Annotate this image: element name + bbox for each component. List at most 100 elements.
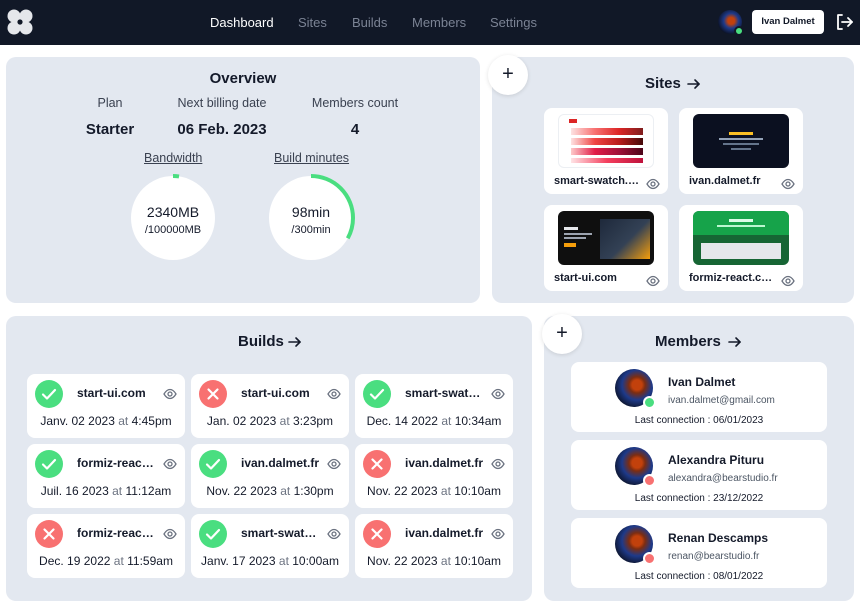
build-minutes-link[interactable]: Build minutes bbox=[274, 151, 349, 165]
build-datetime: Nov. 22 2023 at 10:10am bbox=[355, 554, 513, 568]
build-datetime: Nov. 22 2023 at 1:30pm bbox=[191, 484, 349, 498]
eye-icon[interactable] bbox=[163, 528, 177, 540]
build-card[interactable]: ivan.dalmet.fr Nov. 22 2023 at 1:30pm bbox=[191, 444, 349, 508]
eye-icon[interactable] bbox=[646, 275, 660, 287]
build-date: Janv. 02 2023 bbox=[40, 414, 115, 428]
sites-title[interactable]: Sites bbox=[645, 75, 681, 92]
build-time: 11:59am bbox=[127, 554, 173, 568]
last-connection-date: 23/12/2022 bbox=[713, 493, 764, 504]
user-account-button[interactable]: Ivan Dalmet bbox=[752, 10, 824, 34]
build-card[interactable]: smart-swatch.netlify.app Janv. 17 2023 at… bbox=[191, 514, 349, 578]
nav-builds[interactable]: Builds bbox=[352, 15, 387, 30]
build-success-check-icon bbox=[363, 380, 391, 408]
site-name: smart-swatch.netlify.app bbox=[554, 175, 640, 187]
member-card[interactable]: Ivan Dalmet ivan.dalmet@gmail.com Last con… bbox=[571, 362, 827, 432]
nav-members[interactable]: Members bbox=[412, 15, 466, 30]
nav-settings[interactable]: Settings bbox=[490, 15, 537, 30]
last-connection-date: 06/01/2023 bbox=[713, 415, 764, 426]
build-date: Nov. 22 2023 bbox=[367, 484, 438, 498]
sites-arrow-right-icon[interactable] bbox=[687, 78, 701, 90]
build-time: 10:10am bbox=[454, 484, 501, 498]
build-date: Nov. 22 2023 bbox=[206, 484, 277, 498]
nav-dashboard[interactable]: Dashboard bbox=[210, 15, 274, 30]
builds-arrow-right-icon[interactable] bbox=[288, 336, 302, 348]
bandwidth-link[interactable]: Bandwidth bbox=[144, 151, 202, 165]
plan-value: Starter bbox=[85, 121, 135, 138]
build-card[interactable]: ivan.dalmet.fr Nov. 22 2023 at 10:10am bbox=[355, 514, 513, 578]
site-card-smart-swatch[interactable]: smart-swatch.netlify.app bbox=[544, 108, 668, 194]
nav-sites[interactable]: Sites bbox=[298, 15, 327, 30]
user-online-status-dot bbox=[734, 26, 744, 36]
top-navbar: Dashboard Sites Builds Members Settings … bbox=[0, 0, 860, 45]
build-site-name: start-ui.com bbox=[77, 386, 146, 400]
eye-icon[interactable] bbox=[491, 528, 505, 540]
member-card[interactable]: Renan Descamps renan@bearstudio.fr Last co… bbox=[571, 518, 827, 588]
site-name: start-ui.com bbox=[554, 272, 617, 284]
members-count-label: Members count bbox=[311, 96, 399, 110]
build-failed-x-icon bbox=[363, 450, 391, 478]
eye-icon[interactable] bbox=[163, 388, 177, 400]
member-last-connection: Last connection : 06/01/2023 bbox=[571, 415, 827, 426]
build-card[interactable]: start-ui.com Jan. 02 2023 at 3:23pm bbox=[191, 374, 349, 438]
build-site-name: ivan.dalmet.fr bbox=[405, 526, 484, 540]
eye-icon[interactable] bbox=[491, 458, 505, 470]
build-at-label: at bbox=[279, 414, 290, 428]
build-success-check-icon bbox=[199, 520, 227, 548]
builds-panel: Builds start-ui.com Janv. 02 2023 at 4:45… bbox=[6, 316, 532, 601]
members-title[interactable]: Members bbox=[655, 333, 721, 350]
build-at-label: at bbox=[278, 554, 289, 568]
site-card-start-ui[interactable]: start-ui.com bbox=[544, 205, 668, 291]
build-card[interactable]: ivan.dalmet.fr Nov. 22 2023 at 10:10am bbox=[355, 444, 513, 508]
build-datetime: Janv. 02 2023 at 4:45pm bbox=[27, 414, 185, 428]
build-datetime: Dec. 14 2022 at 10:34am bbox=[355, 414, 513, 428]
build-success-check-icon bbox=[35, 450, 63, 478]
members-arrow-right-icon[interactable] bbox=[728, 336, 742, 348]
add-member-button[interactable]: + bbox=[542, 314, 582, 354]
site-card-formiz-react[interactable]: formiz-react.com bbox=[679, 205, 803, 291]
build-card[interactable]: formiz-react.com Juil. 16 2023 at 11:12am bbox=[27, 444, 185, 508]
members-panel: Members Ivan Dalmet ivan.dalmet@gmail.com… bbox=[544, 316, 854, 601]
member-name: Renan Descamps bbox=[668, 531, 769, 545]
build-card[interactable]: formiz-react.com Dec. 19 2022 at 11:59am bbox=[27, 514, 185, 578]
build-date: Dec. 14 2022 bbox=[366, 414, 438, 428]
build-date: Dec. 19 2022 bbox=[39, 554, 111, 568]
eye-icon[interactable] bbox=[327, 458, 341, 470]
build-at-label: at bbox=[118, 414, 129, 428]
eye-icon[interactable] bbox=[781, 275, 795, 287]
build-time: 10:10am bbox=[454, 554, 501, 568]
eye-icon[interactable] bbox=[327, 528, 341, 540]
app-logo-icon[interactable] bbox=[6, 8, 34, 36]
site-thumbnail bbox=[693, 114, 789, 168]
site-name: ivan.dalmet.fr bbox=[689, 175, 761, 187]
member-last-connection: Last connection : 08/01/2022 bbox=[571, 571, 827, 582]
site-card-ivan-dalmet[interactable]: ivan.dalmet.fr bbox=[679, 108, 803, 194]
member-status-dot bbox=[643, 396, 656, 409]
member-status-dot bbox=[643, 552, 656, 565]
build-time: 10:00am bbox=[292, 554, 339, 568]
member-email: alexandra@bearstudio.fr bbox=[668, 473, 778, 484]
build-time: 1:30pm bbox=[293, 484, 334, 498]
builds-title[interactable]: Builds bbox=[238, 333, 284, 350]
logout-icon[interactable] bbox=[834, 12, 854, 32]
members-count-value: 4 bbox=[350, 121, 360, 138]
bandwidth-limit: /100000MB bbox=[144, 224, 202, 236]
build-card[interactable]: start-ui.com Janv. 02 2023 at 4:45pm bbox=[27, 374, 185, 438]
member-card[interactable]: Alexandra Pituru alexandra@bearstudio.fr L… bbox=[571, 440, 827, 510]
build-datetime: Dec. 19 2022 at 11:59am bbox=[27, 554, 185, 568]
add-site-button[interactable]: + bbox=[488, 55, 528, 95]
member-status-dot bbox=[643, 474, 656, 487]
eye-icon[interactable] bbox=[781, 178, 795, 190]
build-card[interactable]: smart-swatch.netlify.app Dec. 14 2022 at … bbox=[355, 374, 513, 438]
last-connection-label: Last connection : bbox=[634, 415, 711, 426]
eye-icon[interactable] bbox=[491, 388, 505, 400]
eye-icon[interactable] bbox=[327, 388, 341, 400]
eye-icon[interactable] bbox=[646, 178, 660, 190]
build-datetime: Janv. 17 2023 at 10:00am bbox=[191, 554, 349, 568]
build-datetime: Jan. 02 2023 at 3:23pm bbox=[191, 414, 349, 428]
overview-title: Overview bbox=[209, 70, 277, 87]
eye-icon[interactable] bbox=[163, 458, 177, 470]
sites-panel: Sites smart-swatch.netlify.app ivan.dalm… bbox=[492, 57, 854, 303]
last-connection-label: Last connection : bbox=[634, 571, 711, 582]
build-site-name: smart-swatch.netlify.app bbox=[241, 526, 321, 540]
build-at-label: at bbox=[441, 414, 452, 428]
